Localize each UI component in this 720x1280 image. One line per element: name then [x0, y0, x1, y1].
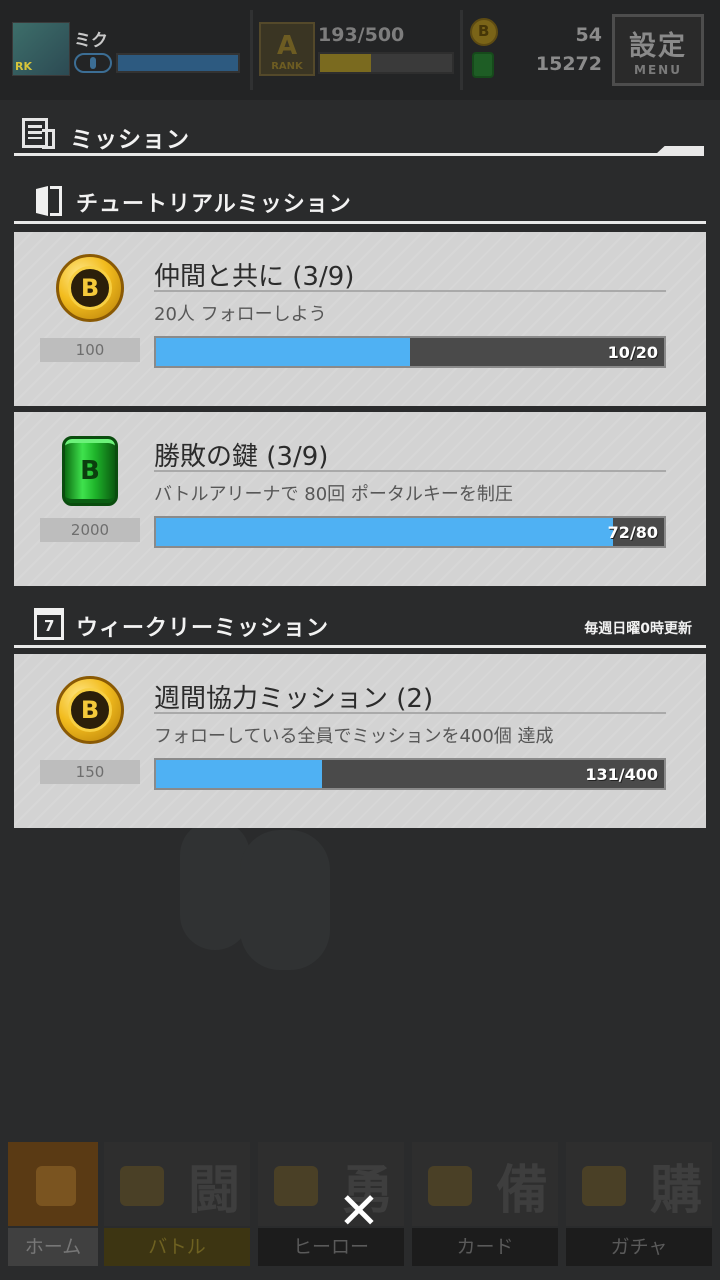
nav-home[interactable]: ホーム: [8, 1142, 98, 1272]
rank-glyph: A: [276, 31, 298, 61]
gacha-icon: [582, 1166, 626, 1206]
mission-title: 勝敗の鍵 (3/9): [154, 442, 329, 472]
cards-icon: [428, 1166, 472, 1206]
mission-title-rule: [154, 290, 666, 292]
section-rule: [14, 645, 706, 648]
mission-description: フォローしている全員でミッションを400個 達成: [154, 726, 554, 747]
stamina-bar: [318, 52, 454, 74]
mission-progress-bar: 72/80: [154, 516, 666, 548]
reward-amount: 100: [40, 338, 140, 362]
settings-label: 設定: [629, 30, 687, 62]
coin-count: 54: [575, 24, 602, 46]
mission-card[interactable]: B 100 仲間と共に (3/9) 20人 フォローしよう 10/20: [14, 232, 706, 406]
menu-label: MENU: [634, 62, 682, 77]
progress-fill: [156, 338, 410, 366]
section-rule: [14, 221, 706, 224]
weekly-section-header: 7 ウィークリーミッション 毎週日曜0時更新: [0, 604, 720, 648]
close-button[interactable]: ✕: [334, 1186, 384, 1236]
key-count: 15272: [535, 53, 602, 75]
mission-panel-header: ミッション: [0, 112, 720, 160]
progress-text: 10/20: [607, 343, 658, 362]
page-title: ミッション: [70, 127, 190, 153]
gamepad-icon: [120, 1166, 164, 1206]
nav-label: バトル: [104, 1228, 250, 1266]
book-icon: [36, 186, 62, 216]
stamina-text: 193/500: [318, 24, 405, 46]
rank-label: RANK: [271, 61, 303, 72]
key-canister-icon: [472, 52, 494, 78]
player-avatar[interactable]: RK: [12, 22, 70, 76]
header-rule: [14, 153, 704, 156]
coin-glyph: B: [68, 266, 112, 310]
reward-amount: 2000: [40, 518, 140, 542]
nav-kanji: 闘: [187, 1161, 240, 1221]
mission-progress-bar: 131/400: [154, 758, 666, 790]
calendar-icon: 7: [34, 608, 64, 640]
nav-kanji: 購: [649, 1161, 702, 1221]
progress-text: 131/400: [585, 765, 658, 784]
mission-title-rule: [154, 712, 666, 714]
mission-progress-bar: 10/20: [154, 336, 666, 368]
divider: [250, 10, 253, 90]
settings-menu-button[interactable]: 設定 MENU: [612, 14, 704, 86]
progress-text: 72/80: [607, 523, 658, 542]
mission-description: バトルアリーナで 80回 ポータルキーを制圧: [154, 484, 513, 505]
nav-gacha[interactable]: 購 ガチャ: [566, 1142, 712, 1272]
nav-label: カード: [412, 1228, 558, 1266]
mission-title-rule: [154, 470, 666, 472]
return-icon: [36, 1166, 76, 1206]
nav-label: ホーム: [8, 1228, 98, 1266]
section-title: ウィークリーミッション: [76, 616, 330, 641]
header-rule-tab: [656, 146, 704, 154]
stamina-bar-fill: [320, 54, 372, 72]
tutorial-section-header: チュートリアルミッション: [0, 180, 720, 224]
coin-glyph: B: [68, 688, 112, 732]
mission-title: 週間協力ミッション (2): [154, 684, 434, 714]
progress-fill: [156, 760, 323, 788]
gold-coin-icon: B: [56, 676, 124, 744]
mission-card[interactable]: B 150 週間協力ミッション (2) フォローしている全員でミッションを400…: [14, 654, 706, 828]
avatar-level-tag: RK: [15, 60, 32, 73]
can-glyph: B: [62, 436, 118, 506]
section-title: チュートリアルミッション: [76, 192, 352, 217]
eye-icon: [74, 53, 112, 73]
reward-amount: 150: [40, 760, 140, 784]
rank-badge: A RANK: [259, 22, 315, 76]
divider: [460, 10, 463, 90]
nav-battle[interactable]: 闘 バトル: [104, 1142, 250, 1272]
document-icon: [22, 118, 55, 149]
progress-fill: [156, 518, 614, 546]
nav-kanji: 備: [495, 1161, 548, 1221]
hero-icon: [274, 1166, 318, 1206]
gold-coin-icon: B: [56, 254, 124, 322]
player-name: ミク: [74, 31, 108, 51]
green-canister-icon: B: [56, 436, 124, 506]
weekly-reset-note: 毎週日曜0時更新: [584, 621, 692, 637]
status-bar: RK ミク A RANK 193/500 54 15272 設定 MENU: [0, 0, 720, 100]
coin-icon: [470, 18, 498, 46]
experience-bar: [116, 53, 240, 73]
mission-description: 20人 フォローしよう: [154, 304, 327, 325]
nav-card[interactable]: 備 カード: [412, 1142, 558, 1272]
mission-card[interactable]: B 2000 勝敗の鍵 (3/9) バトルアリーナで 80回 ポータルキーを制圧…: [14, 412, 706, 586]
nav-label: ガチャ: [566, 1228, 712, 1266]
mission-title: 仲間と共に (3/9): [154, 262, 355, 292]
